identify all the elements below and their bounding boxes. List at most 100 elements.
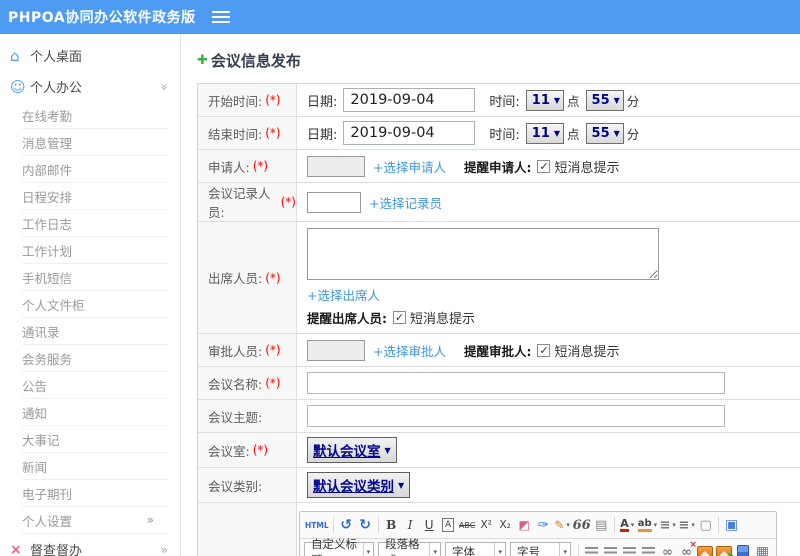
menu-icon[interactable] [211,11,230,23]
sms-label: 短消息提示 [410,312,476,327]
attendees-textarea[interactable] [307,228,659,280]
sidebar-item-label: 通知 [22,405,48,421]
minute-suffix: 分 [626,93,640,109]
sidebar-item-attendance[interactable]: 在线考勤 [22,102,168,129]
new-page-icon[interactable]: ▢ [696,515,715,535]
row-approver: 审批人员: (*) +选择审批人 提醒审批人: ✓ 短消息提示 [198,334,800,367]
start-date-input[interactable] [343,88,476,112]
sidebar-item-worklog[interactable]: 工作日志 [22,210,168,237]
sidebar-item-news[interactable]: 新闻 [22,453,168,480]
format-painter-button[interactable]: ✎ ▾ [553,515,572,535]
sidebar-item-messages[interactable]: 消息管理 [22,129,168,156]
editor-toolbar-row1: HTML ↺ ↻ B I U A ABC X² X₂ ◩ ✑ ✎ ▾ 66 ▤ … [300,512,776,539]
end-minute-select[interactable]: 55 ▼ [585,122,624,144]
applicant-sms-checkbox[interactable]: ✓ [537,159,551,173]
approver-label: 审批人员: [208,343,263,359]
redo-icon[interactable]: ↻ [356,515,375,535]
approver-input[interactable] [307,339,365,361]
insert-table-icon[interactable]: ▦ [753,542,772,556]
meeting-topic-input[interactable] [307,405,725,427]
end-date-input[interactable] [343,121,476,145]
choose-recorder-link[interactable]: +选择记录员 [369,193,442,212]
sidebar-item-announcement[interactable]: 公告 [22,372,168,399]
time-label: 时间: [489,127,520,143]
date-label: 日期: [307,94,338,110]
sidebar-item-notice[interactable]: 通知 [22,399,168,426]
start-hour-select[interactable]: 11 ▼ [525,89,565,111]
start-minute-select[interactable]: 55 ▼ [585,89,624,111]
sidebar-item-sms[interactable]: 手机短信 [22,264,168,291]
sidebar-item-ejournal[interactable]: 电子期刊 [22,480,168,507]
choose-attendees-link[interactable]: +选择出席人 [307,285,380,304]
upload-image-icon[interactable] [715,542,734,556]
superscript-button[interactable]: X² [477,515,496,535]
blockquote-button[interactable]: 66 [572,515,592,535]
strikethrough-button[interactable]: ABC [458,515,477,535]
font-size-select[interactable]: 字号 ▾ [509,541,571,556]
end-hour-select[interactable]: 11 ▼ [525,122,565,144]
required-mark: (*) [252,159,269,173]
choose-approver-link[interactable]: +选择审批人 [373,341,446,360]
subscript-button[interactable]: X₂ [496,515,515,535]
date-label: 日期: [307,127,338,143]
align-center-icon[interactable] [601,542,620,556]
app-title: PHPOA协同办公软件政务版 [8,10,196,26]
bold-button[interactable]: B [382,515,401,535]
sidebar-item-office[interactable]: ☺ 个人办公 » [0,71,180,102]
sidebar-item-mail[interactable]: 内部邮件 [22,156,168,183]
font-family-select[interactable]: 字体 ▾ [444,541,506,556]
insert-image-icon[interactable] [696,542,715,556]
user-icon: ☺ [10,77,26,96]
sidebar-item-memorabilia[interactable]: 大事记 [22,426,168,453]
row-recorder: 会议记录人员: (*) +选择记录员 [198,183,800,222]
align-left-icon[interactable] [582,542,601,556]
sidebar-item-supervise[interactable]: × 督查督办 » [0,534,180,556]
meeting-room-select[interactable]: 默认会议室 ▼ [307,437,397,463]
highlight-color-button[interactable]: ab ▾ [637,515,658,535]
meeting-category-select[interactable]: 默认会议类别 ▼ [307,472,411,498]
sidebar-item-schedule[interactable]: 日程安排 [22,183,168,210]
italic-button[interactable]: I [401,515,420,535]
choose-applicant-link[interactable]: +选择申请人 [373,157,446,176]
clear-style-icon[interactable]: ✑ [534,515,553,535]
dropdown-arrow-icon: ▾ [653,521,658,529]
align-justify-icon[interactable] [639,542,658,556]
sidebar-item-desktop[interactable]: ⌂ 个人桌面 [0,40,180,71]
paragraph-format-select[interactable]: 段落格式▾ [378,537,441,556]
insert-media-icon[interactable] [734,542,753,556]
undo-icon[interactable]: ↺ [337,515,356,535]
sidebar-item-label: 电子期刊 [22,486,73,502]
attendees-label: 出席人员: [208,271,263,286]
row-meeting-category: 会议类别: 默认会议类别 ▼ [198,468,800,503]
row-meeting-name: 会议名称: (*) [198,367,800,400]
dropdown-arrow-icon: ▾ [429,542,437,556]
sidebar-item-label: 个人文件柜 [22,297,85,313]
meeting-name-input[interactable] [307,372,725,394]
sidebar-item-workplan[interactable]: 工作计划 [22,237,168,264]
attendees-sms-checkbox[interactable]: ✓ [393,311,406,324]
recorder-input[interactable] [307,191,361,213]
dropdown-arrow-icon: ▾ [630,521,635,529]
link-icon[interactable]: ∞ [658,542,677,556]
remove-format-icon[interactable]: ◩ [515,515,534,535]
sms-label: 短消息提示 [554,160,620,176]
ordered-list-button[interactable]: ≡ ▾ [658,515,677,535]
sidebar-item-settings[interactable]: 个人设置 » [22,507,168,534]
applicant-input[interactable] [307,155,365,177]
editor-toolbar-row2: 自定义标题▾ 段落格式▾ 字体▾ 字号▾ ∞ ∞× [300,537,776,556]
paste-icon[interactable]: ▤ [592,515,611,535]
approver-sms-checkbox[interactable]: ✓ [537,343,551,357]
underline-button[interactable]: U [420,515,439,535]
sidebar-item-contacts[interactable]: 通讯录 [22,318,168,345]
align-right-icon[interactable] [620,542,639,556]
sidebar-item-meeting-service[interactable]: 会务服务 [22,345,168,372]
unordered-list-button[interactable]: ≡ ▾ [677,515,696,535]
required-mark: (*) [265,270,281,285]
html-source-button[interactable]: HTML [304,515,330,535]
sidebar-item-filecabinet[interactable]: 个人文件柜 [22,291,168,318]
border-text-button[interactable]: A [442,518,455,532]
font-color-button[interactable]: A ▾ [618,515,637,535]
fullscreen-icon[interactable]: ▣ [722,515,741,535]
unlink-icon[interactable]: ∞ × [677,540,697,556]
custom-title-select[interactable]: 自定义标题▾ [304,537,375,556]
